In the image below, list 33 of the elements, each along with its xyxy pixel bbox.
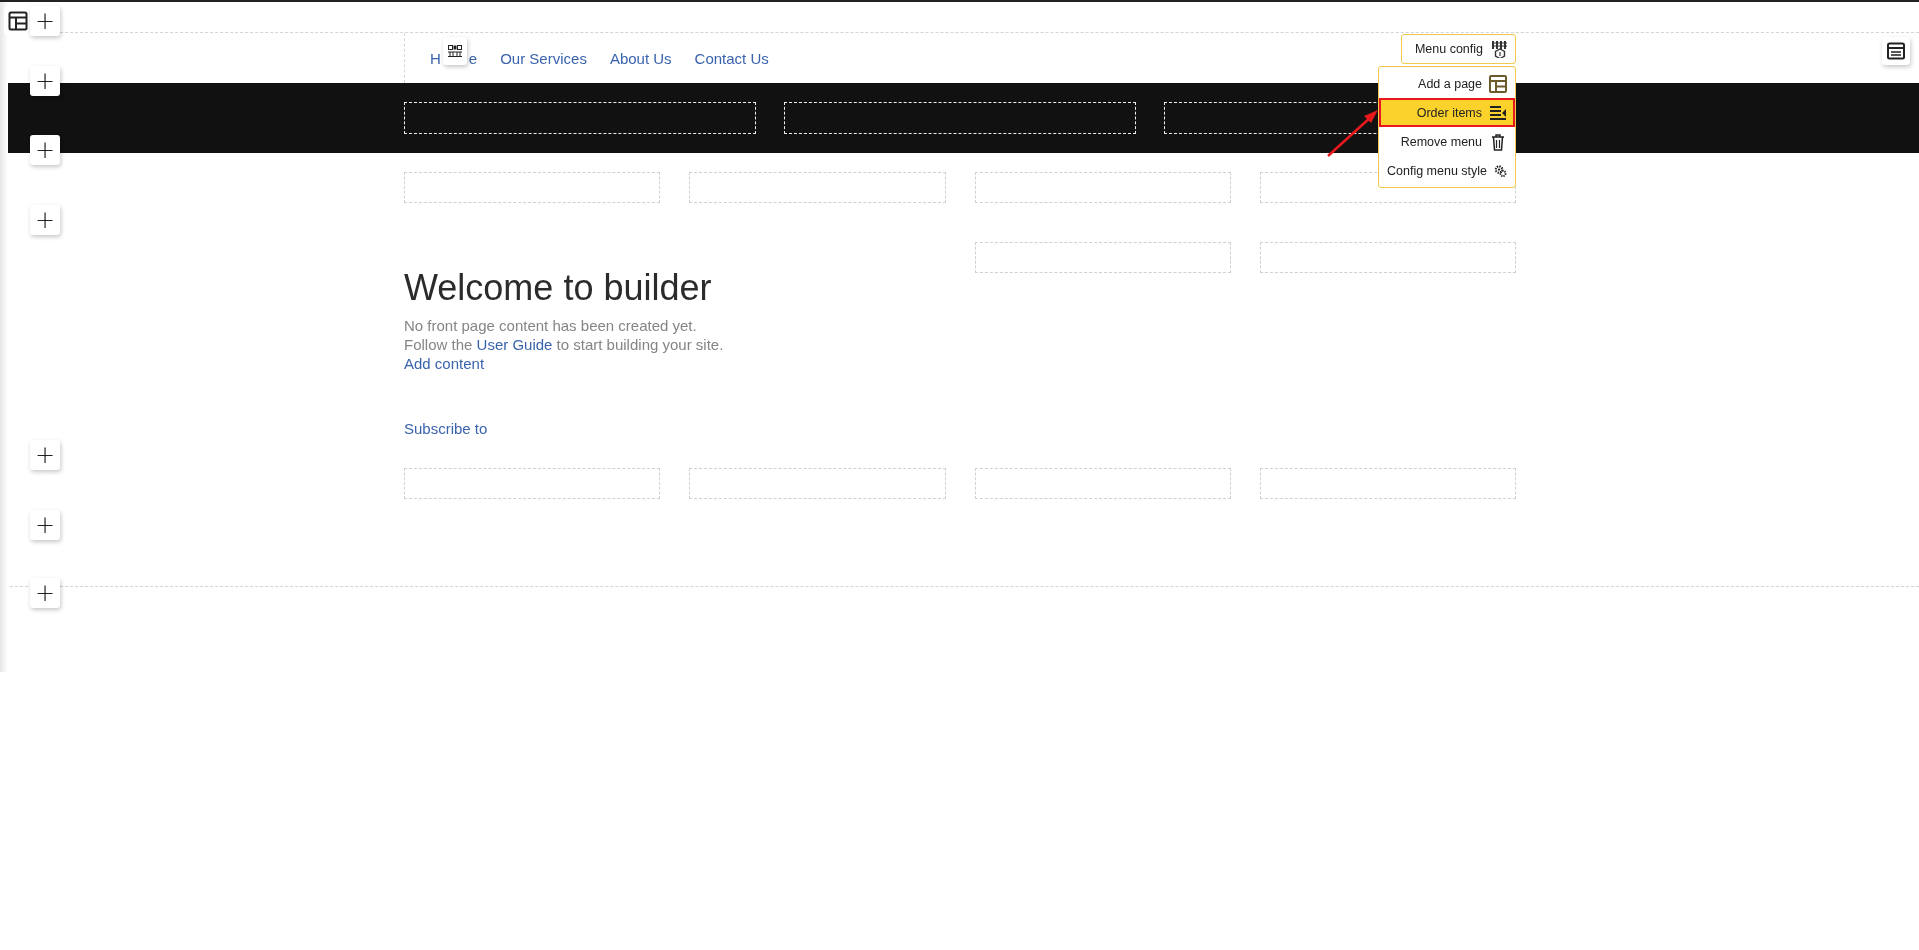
- add-section-button[interactable]: +: [30, 135, 60, 165]
- sitemap-icon: [1491, 40, 1509, 58]
- grid-button[interactable]: [443, 37, 467, 65]
- nav-link-part[interactable]: H: [430, 49, 441, 67]
- guide-text: Follow the User Guide to start building your site.: [404, 335, 725, 354]
- page-layout-icon: [1489, 74, 1507, 93]
- window-button[interactable]: [1882, 37, 1910, 65]
- nav-link[interactable]: About Us: [609, 49, 672, 67]
- menu-item[interactable]: Order items: [1379, 98, 1515, 127]
- annotation-arrow: [1326, 108, 1380, 158]
- add-section-button[interactable]: +: [30, 205, 60, 235]
- add-section-button[interactable]: +: [30, 510, 60, 540]
- menu-item[interactable]: Add a page: [1379, 69, 1515, 98]
- window-icon: [1887, 42, 1905, 60]
- add-content-link[interactable]: Add content: [404, 354, 485, 373]
- add-section-button[interactable]: +: [30, 578, 60, 608]
- nav-link[interactable]: Contact Us: [694, 49, 769, 67]
- add-section-button[interactable]: +: [30, 440, 60, 470]
- page-heading: Welcome to builder: [404, 267, 713, 309]
- info-text: No front page content has been created yet.: [404, 316, 698, 335]
- menu-item[interactable]: Config menu style: [1379, 156, 1515, 185]
- user-guide-link[interactable]: User Guide: [476, 336, 553, 353]
- menu-config-button[interactable]: Menu config: [1401, 34, 1516, 64]
- add-section-button[interactable]: +: [30, 66, 60, 96]
- subscribe-link[interactable]: Subscribe to: [404, 419, 488, 438]
- trash-icon: [1489, 132, 1507, 151]
- menu-item[interactable]: Remove menu: [1379, 127, 1515, 156]
- layout-icon: [8, 11, 28, 31]
- nav-link-part[interactable]: e: [468, 49, 478, 67]
- reorder-icon: [1489, 103, 1507, 122]
- add-section-button[interactable]: +: [30, 6, 60, 36]
- grid-icon: [448, 45, 462, 57]
- nav-link[interactable]: Our Services: [500, 49, 587, 67]
